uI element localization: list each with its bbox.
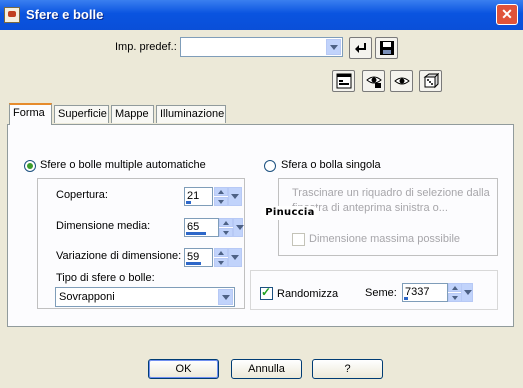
single-radio-label[interactable]: Sfera o bolla singola <box>281 159 381 171</box>
spin-down-icon[interactable] <box>214 197 228 206</box>
coverage-slider-dropdown[interactable] <box>228 187 242 206</box>
type-label: Tipo di sfere o bolle: <box>56 272 155 284</box>
arrow-return-icon <box>354 43 366 53</box>
variation-spinner[interactable] <box>214 248 228 267</box>
type-value: Sovrapponi <box>59 291 115 303</box>
spin-up-icon[interactable] <box>448 283 462 292</box>
size-slider-dropdown[interactable] <box>233 218 244 237</box>
watermark-logo: Pinuccia <box>261 206 319 220</box>
type-dropdown[interactable]: Sovrapponi <box>55 287 235 307</box>
tab-forma[interactable]: Forma <box>9 103 52 125</box>
floppy-disk-icon <box>379 41 394 55</box>
randomize-checkbox[interactable] <box>260 285 273 300</box>
size-field[interactable]: 65 <box>184 218 219 237</box>
eye-hand-icon <box>365 76 382 88</box>
auto-radio-label[interactable]: Sfere o bolle multiple automatiche <box>40 159 206 171</box>
load-preset-button[interactable] <box>349 37 372 59</box>
coverage-level-bar <box>186 201 191 204</box>
spin-down-icon[interactable] <box>448 293 462 302</box>
randomize-label[interactable]: Randomizza <box>277 288 338 300</box>
ok-button[interactable]: OK <box>148 359 219 379</box>
auto-proof-button[interactable] <box>390 70 413 92</box>
size-spinner[interactable] <box>219 218 233 237</box>
presets-dropdown[interactable] <box>180 37 343 57</box>
tab-superficie[interactable]: Superficie <box>54 105 109 123</box>
spin-up-icon[interactable] <box>214 248 228 257</box>
seed-label: Seme: <box>365 287 397 299</box>
max-size-label: Dimensione massima possibile <box>309 233 461 245</box>
single-radio[interactable] <box>264 160 276 172</box>
coverage-label: Copertura: <box>56 189 108 201</box>
save-preset-button[interactable] <box>375 37 398 59</box>
max-size-checkbox[interactable] <box>292 233 305 246</box>
spin-up-icon[interactable] <box>219 218 233 227</box>
help-button[interactable]: ? <box>312 359 383 379</box>
proof-button[interactable] <box>362 70 385 92</box>
tab-mappe[interactable]: Mappe <box>111 105 154 123</box>
app-icon <box>4 7 20 23</box>
spin-up-icon[interactable] <box>214 187 228 196</box>
tab-illuminazione[interactable]: Illuminazione <box>156 105 226 123</box>
window-layout-icon <box>336 73 351 89</box>
variation-field[interactable]: 59 <box>184 248 213 267</box>
spin-down-icon[interactable] <box>214 258 228 267</box>
single-hint-line1: Trascinare un riquadro di selezione dall… <box>292 187 490 199</box>
spin-down-icon[interactable] <box>219 228 233 237</box>
coverage-field[interactable]: 21 <box>184 187 213 206</box>
auto-radio[interactable] <box>24 160 36 172</box>
seed-slider-dropdown[interactable] <box>461 283 473 302</box>
seed-level-bar <box>404 297 408 300</box>
randomize-params-button[interactable] <box>419 70 442 92</box>
preview-toggle-button[interactable] <box>332 70 355 92</box>
presets-label: Imp. predef.: <box>115 41 177 53</box>
size-level-bar <box>186 232 206 235</box>
close-button[interactable]: ✕ <box>496 4 518 25</box>
chevron-down-icon[interactable] <box>326 39 341 55</box>
seed-field[interactable]: 7337 <box>402 283 448 302</box>
variation-slider-dropdown[interactable] <box>228 248 242 267</box>
variation-label: Variazione di dimensione: <box>56 250 182 262</box>
window-title: Sfere e bolle <box>26 7 104 22</box>
size-label: Dimensione media: <box>56 220 151 232</box>
cancel-button[interactable]: Annulla <box>231 359 302 379</box>
chevron-down-icon[interactable] <box>218 289 233 305</box>
dice-icon <box>423 73 439 89</box>
coverage-spinner[interactable] <box>214 187 228 206</box>
seed-spinner[interactable] <box>448 283 462 302</box>
seed-value: 7337 <box>405 286 430 298</box>
variation-level-bar <box>186 262 201 265</box>
eye-icon <box>393 77 410 85</box>
